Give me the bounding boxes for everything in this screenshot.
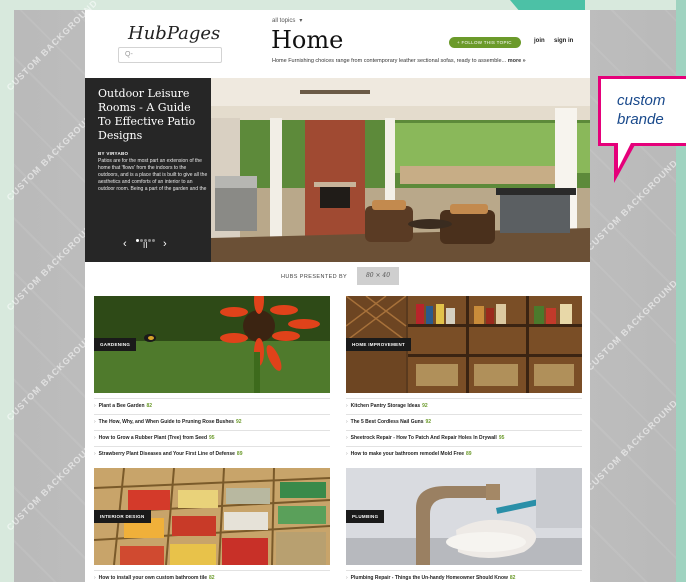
category-card-home-improvement: HOME IMPROVEMENT › Kitchen Pantry Storage… xyxy=(346,296,582,466)
featured-hub-byline[interactable]: BY VIRYABO xyxy=(98,151,128,156)
list-item[interactable]: › The How, Why, and When Guide to Pruning… xyxy=(94,414,330,430)
list-item[interactable]: › How to install your own custom bathroom… xyxy=(94,570,330,582)
chevron-right-icon: › xyxy=(346,451,348,457)
featured-hub-image[interactable] xyxy=(210,78,590,262)
chevron-right-icon: › xyxy=(346,419,348,425)
category-label[interactable]: GARDENING xyxy=(94,338,137,351)
list-item[interactable]: › Sheetrock Repair - How To Patch And Rep… xyxy=(346,430,582,446)
list-item[interactable]: › How to make your bathroom remodel Mold … xyxy=(346,446,582,462)
chevron-right-icon: › xyxy=(346,435,348,441)
topic-description: Home Furnishing choices range from conte… xyxy=(272,58,526,64)
featured-hub-panel: Outdoor Leisure Rooms - A Guide To Effec… xyxy=(85,78,211,262)
breadcrumb[interactable]: all topics ▾ xyxy=(272,17,302,24)
list-item[interactable]: › The 5 Best Cordless Nail Guns 92 xyxy=(346,414,582,430)
hub-title[interactable]: The 5 Best Cordless Nail Guns xyxy=(351,419,424,425)
follow-topic-label: FOLLOW THIS TOPIC xyxy=(461,40,512,45)
hub-list: › How to install your own custom bathroom… xyxy=(94,570,330,582)
breadcrumb-all-topics[interactable]: all topics xyxy=(272,18,295,24)
hub-title[interactable]: Plumbing Repair - Things the Un-handy Ho… xyxy=(351,575,508,581)
category-label[interactable]: INTERIOR DESIGN xyxy=(94,510,151,523)
sponsor-label: HUBS PRESENTED BY xyxy=(281,274,348,280)
list-item[interactable]: › How to Grow a Rubber Plant (Tree) from … xyxy=(94,430,330,446)
callout-pointer-inner xyxy=(618,143,631,169)
hub-score: 82 xyxy=(146,403,153,409)
hub-list: › Plant a Bee Garden 82 › The How, Why, and… xyxy=(94,398,330,462)
hub-list: › Kitchen Pantry Storage Ideas 92 › The 5 B… xyxy=(346,398,582,462)
sign-in-link[interactable]: sign in xyxy=(554,38,573,44)
list-item[interactable]: › Strawberry Plant Diseases and Your Firs… xyxy=(94,446,330,462)
hub-score: 95 xyxy=(209,435,215,441)
category-card-gardening: GARDENING › Plant a Bee Garden 82 › The How… xyxy=(94,296,330,466)
hub-score: 92 xyxy=(422,403,428,409)
chevron-right-icon: › xyxy=(94,419,96,425)
category-card-plumbing: PLUMBING › Plumbing Repair - Things the U… xyxy=(346,468,582,582)
chevron-right-icon: › xyxy=(94,435,96,441)
topic-description-text: Home Furnishing choices range from conte… xyxy=(272,58,507,64)
next-slide-button[interactable]: › xyxy=(163,238,167,250)
category-card-interior-design: INTERIOR DESIGN › How to install your own… xyxy=(94,468,330,582)
hub-score: 92 xyxy=(425,419,432,425)
category-label[interactable]: PLUMBING xyxy=(346,510,385,523)
hub-title[interactable]: Sheetrock Repair - How To Patch And Repa… xyxy=(351,435,497,441)
hub-title[interactable]: Strawberry Plant Diseases and Your First… xyxy=(99,451,235,457)
sponsor-logo-placeholder[interactable]: 80 × 40 xyxy=(357,267,399,285)
pause-slideshow-button[interactable]: II xyxy=(143,241,147,250)
hub-title[interactable]: The How, Why, and When Guide to Pruning … xyxy=(99,419,234,425)
featured-hub-excerpt: Patios are for the most part an extensio… xyxy=(98,158,208,192)
chevron-down-icon: ▾ xyxy=(299,18,303,24)
custom-branding-callout: custom brande xyxy=(598,76,686,146)
chevron-right-icon: › xyxy=(346,403,348,409)
featured-slideshow: Outdoor Leisure Rooms - A Guide To Effec… xyxy=(85,78,590,262)
hub-score: 89 xyxy=(236,451,243,457)
topic-page: HubPages Q- all topics ▾ Home Home Furnis… xyxy=(85,10,590,582)
list-item[interactable]: › Kitchen Pantry Storage Ideas 92 xyxy=(346,398,582,414)
list-item[interactable]: › Plumbing Repair - Things the Un-handy H… xyxy=(346,570,582,582)
hub-list: › Plumbing Repair - Things the Un-handy H… xyxy=(346,570,582,582)
hub-score: 95 xyxy=(498,435,505,441)
hub-title[interactable]: Kitchen Pantry Storage Ideas xyxy=(351,403,420,409)
page-title: Home xyxy=(271,26,344,54)
featured-hub-title[interactable]: Outdoor Leisure Rooms - A Guide To Effec… xyxy=(98,87,206,143)
chevron-right-icon: › xyxy=(346,575,348,581)
slide-dot[interactable] xyxy=(152,239,155,242)
chevron-right-icon: › xyxy=(94,451,96,457)
hub-score: 82 xyxy=(509,575,516,581)
callout-line: custom xyxy=(617,92,666,109)
hub-score: 82 xyxy=(209,575,215,581)
hub-title[interactable]: How to make your bathroom remodel Mold F… xyxy=(351,451,464,457)
hub-title[interactable]: Plant a Bee Garden xyxy=(99,403,145,409)
hub-title[interactable]: How to install your own custom bathroom … xyxy=(99,575,207,581)
slide-dot[interactable] xyxy=(136,239,139,242)
hubpages-logo[interactable]: HubPages xyxy=(128,23,220,44)
more-link[interactable]: more » xyxy=(508,58,526,64)
callout-line: brande xyxy=(617,111,664,128)
hub-score: 89 xyxy=(466,451,472,457)
list-item[interactable]: › Plant a Bee Garden 82 xyxy=(94,398,330,414)
chevron-right-icon: › xyxy=(94,403,96,409)
hub-title[interactable]: How to Grow a Rubber Plant (Tree) from S… xyxy=(99,435,207,441)
slide-dot[interactable] xyxy=(148,239,151,242)
join-link[interactable]: join xyxy=(534,38,545,44)
search-input[interactable]: Q- xyxy=(118,47,222,63)
category-label[interactable]: HOME IMPROVEMENT xyxy=(346,338,412,351)
previous-slide-button[interactable]: ‹ xyxy=(123,238,127,250)
hub-score: 92 xyxy=(235,419,242,425)
chevron-right-icon: › xyxy=(94,575,96,581)
follow-topic-button[interactable]: + FOLLOW THIS TOPIC xyxy=(449,37,521,48)
